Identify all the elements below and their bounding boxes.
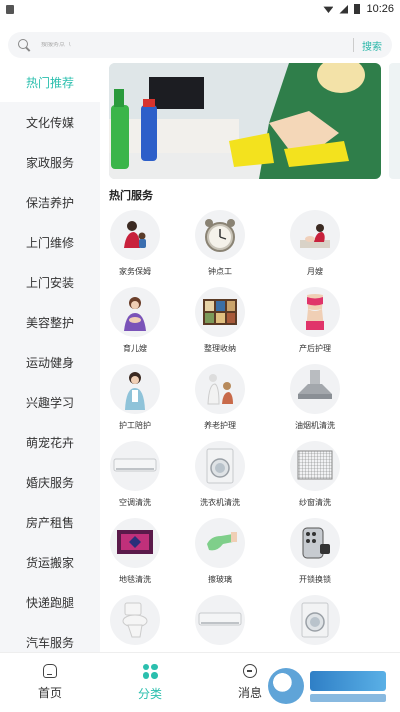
service-label: 产后护理 [299, 344, 331, 353]
sidebar-item-courier[interactable]: 快递跑腿 [0, 582, 100, 622]
service-label: 养老护理 [204, 421, 236, 430]
sidebar-item-pets-flowers[interactable]: 萌宠花卉 [0, 422, 100, 462]
sidebar-item-learning[interactable]: 兴趣学习 [0, 382, 100, 422]
window-screen-icon [290, 441, 340, 491]
banner-next-peek [389, 63, 400, 179]
service-item[interactable]: 整理收纳 [185, 287, 255, 363]
message-icon [243, 664, 257, 678]
sidebar-item-culture-media[interactable]: 文化传媒 [0, 102, 100, 142]
watermark-url [310, 693, 386, 702]
sidebar-item-moving[interactable]: 货运搬家 [0, 542, 100, 582]
service-item[interactable]: 地毯清洗 [100, 518, 170, 594]
nav-label: 分类 [137, 686, 162, 701]
signal-icon [339, 4, 349, 14]
search-icon [18, 38, 31, 52]
service-label: 地毯清洗 [119, 575, 151, 584]
service-item[interactable]: 养老护理 [185, 364, 255, 440]
range-hood-icon [290, 364, 340, 414]
sidebar-item-housekeeping[interactable]: 家政服务 [0, 142, 100, 182]
sidebar-item-fitness[interactable]: 运动健身 [0, 342, 100, 382]
search-bar: 搜索 [8, 32, 392, 58]
service-label: 月嫂 [307, 267, 323, 276]
sidebar-item-beauty[interactable]: 美容整护 [0, 302, 100, 342]
battery-icon [354, 4, 361, 14]
nanny-icon [110, 210, 160, 260]
service-label: 家务保姆 [119, 267, 151, 276]
postnatal-nurse-icon [290, 210, 340, 260]
elderly-care-icon [195, 364, 245, 414]
service-label: 洗衣机清洗 [200, 498, 240, 507]
nav-label: 消息 [237, 686, 262, 700]
category-sidebar: 热门推荐 文化传媒 家政服务 保洁养护 上门维修 上门安装 美容整护 运动健身 … [0, 62, 100, 652]
sidebar-item-cleaning[interactable]: 保洁养护 [0, 182, 100, 222]
search-button[interactable]: 搜索 [362, 38, 382, 53]
service-item[interactable]: 产后护理 [280, 287, 350, 363]
air-conditioner-icon [195, 595, 245, 645]
cleaning-banner-image [109, 63, 381, 179]
childcare-nanny-icon [110, 287, 160, 337]
sidebar-item-repair[interactable]: 上门维修 [0, 222, 100, 262]
postpartum-care-icon [290, 287, 340, 337]
nav-item-home[interactable]: 首页 [0, 653, 100, 712]
watermark-logo-icon [268, 668, 304, 704]
status-time: 10:26 [366, 3, 394, 15]
notification-icon [6, 4, 14, 14]
sidebar-item-real-estate[interactable]: 房产租售 [0, 502, 100, 542]
status-icons: 10:26 [323, 3, 394, 15]
service-item[interactable]: 擦玻璃 [185, 518, 255, 594]
service-item[interactable]: 月嫂 [280, 210, 350, 286]
service-label: 油烟机清洗 [295, 421, 335, 430]
watermark-logo [268, 664, 394, 708]
service-item[interactable]: 护工陪护 [100, 364, 170, 440]
service-label: 护工陪护 [119, 421, 151, 430]
service-label: 钟点工 [208, 267, 232, 276]
sidebar-item-installation[interactable]: 上门安装 [0, 262, 100, 302]
service-item[interactable]: 家务保姆 [100, 210, 170, 286]
service-label: 育儿嫂 [123, 344, 147, 353]
watermark-text [310, 670, 386, 702]
home-icon [43, 664, 57, 678]
storage-organizing-icon [195, 287, 245, 337]
caregiver-icon [110, 364, 160, 414]
washing-machine-icon [195, 441, 245, 491]
search-divider [353, 38, 354, 52]
sidebar-item-auto[interactable]: 汽车服务 [0, 622, 100, 652]
sidebar-item-hot[interactable]: 热门推荐 [0, 62, 100, 102]
promo-banner[interactable] [109, 63, 381, 179]
service-item[interactable] [100, 595, 170, 652]
service-item[interactable]: 空调清洗 [100, 441, 170, 517]
watermark-title [310, 670, 386, 691]
alarm-clock-icon [195, 210, 245, 260]
search-input[interactable] [41, 42, 345, 48]
washing-machine-icon [290, 595, 340, 645]
sidebar-item-wedding[interactable]: 婚庆服务 [0, 462, 100, 502]
section-title-hot-services: 热门服务 [109, 190, 153, 202]
toilet-icon [110, 595, 160, 645]
service-item[interactable]: 钟点工 [185, 210, 255, 286]
nav-item-category[interactable]: 分类 [100, 653, 200, 712]
air-conditioner-icon [110, 441, 160, 491]
main-content: 热门服务 家务保姆 钟点工 月嫂 育儿嫂 整理收纳 产后护理 护工陪护 养老护理… [100, 62, 400, 652]
service-label: 擦玻璃 [208, 575, 232, 584]
service-label: 纱窗清洗 [299, 498, 331, 507]
status-bar: 10:26 [0, 0, 400, 18]
service-label: 开锁换锁 [299, 575, 331, 584]
service-item[interactable]: 油烟机清洗 [280, 364, 350, 440]
service-item[interactable] [280, 595, 350, 652]
wifi-icon [323, 6, 334, 13]
service-label: 整理收纳 [204, 344, 236, 353]
service-item[interactable]: 纱窗清洗 [280, 441, 350, 517]
carpet-icon [110, 518, 160, 568]
service-item[interactable]: 洗衣机清洗 [185, 441, 255, 517]
service-item[interactable] [185, 595, 255, 652]
service-label: 空调清洗 [119, 498, 151, 507]
category-icon [142, 663, 158, 679]
service-item[interactable]: 育儿嫂 [100, 287, 170, 363]
service-item[interactable]: 开锁换锁 [280, 518, 350, 594]
nav-label: 首页 [37, 686, 62, 700]
lock-icon [290, 518, 340, 568]
glass-cleaning-icon [195, 518, 245, 568]
